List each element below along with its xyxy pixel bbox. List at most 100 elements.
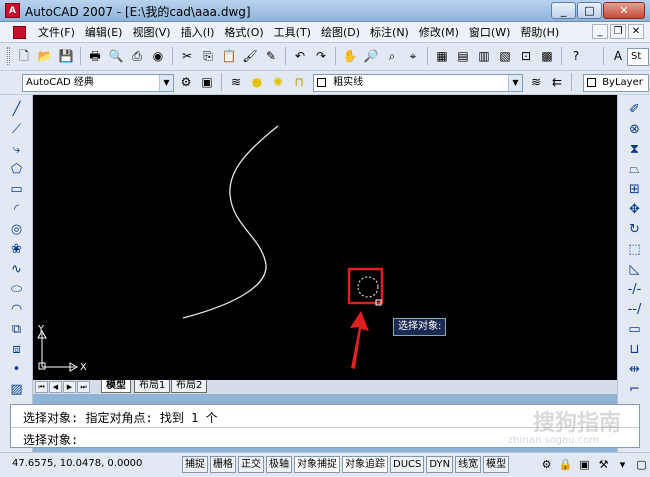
lineweight-toggle[interactable]: 线宽 [455, 456, 482, 473]
polar-toggle[interactable]: 极轴 [266, 456, 292, 473]
copy-icon[interactable]: ⊗ [618, 119, 650, 139]
line-icon[interactable]: ╱ [0, 99, 33, 119]
status-menu-chevron-icon[interactable]: ▾ [614, 456, 631, 473]
redo-icon[interactable]: ↷ [311, 46, 331, 66]
zoom-window-icon[interactable]: ⌕ [382, 46, 402, 66]
mirror-icon[interactable]: ⧗ [618, 139, 650, 159]
next-tab-icon[interactable]: ▶ [63, 381, 76, 393]
ducs-toggle[interactable]: DUCS [390, 456, 425, 473]
extend-icon[interactable]: --/ [618, 299, 650, 319]
help-icon[interactable]: ? [566, 46, 586, 66]
3d-dwf-icon[interactable]: ◉ [148, 46, 168, 66]
print-preview-icon[interactable]: 🔍 [106, 46, 126, 66]
polygon-icon[interactable]: ⬠ [0, 159, 33, 179]
zoom-previous-icon[interactable]: ⌖ [403, 46, 423, 66]
tab-layout2[interactable]: 布局2 [171, 380, 208, 393]
hatch-icon[interactable]: ▨ [0, 379, 33, 399]
menu-tools[interactable]: 工具(T) [269, 25, 316, 40]
dyn-toggle[interactable]: DYN [426, 456, 454, 473]
prev-tab-icon[interactable]: ◀ [49, 381, 62, 393]
ortho-toggle[interactable]: 正交 [238, 456, 264, 473]
menu-modify[interactable]: 修改(M) [414, 25, 464, 40]
open-file-icon[interactable]: 📂 [35, 46, 55, 66]
tray-settings-icon[interactable]: ⚒ [595, 456, 612, 473]
workspace-select[interactable]: AutoCAD 经典 ▼ [22, 74, 174, 92]
menu-edit[interactable]: 编辑(E) [80, 25, 128, 40]
maximize-button[interactable]: □ [577, 2, 602, 19]
selected-circle[interactable] [357, 276, 379, 298]
block-editor-icon[interactable]: ✎ [261, 46, 281, 66]
erase-icon[interactable]: ✐ [618, 99, 650, 119]
layer-previous-icon[interactable]: ⇇ [547, 72, 567, 92]
cut-icon[interactable]: ✂ [177, 46, 197, 66]
tool-palettes-icon[interactable]: ▥ [474, 46, 494, 66]
clean-screen-icon[interactable]: ▢ [633, 456, 650, 473]
doc-close-button[interactable]: ✕ [628, 24, 644, 39]
make-block-icon[interactable]: ⧈ [0, 339, 33, 359]
tab-model[interactable]: 模型 [101, 380, 131, 393]
arc-icon[interactable]: ◜ [0, 199, 33, 219]
make-object-layer-current-icon[interactable]: ≋ [526, 72, 546, 92]
join-icon[interactable]: ⊔ [618, 339, 650, 359]
drawing-canvas[interactable]: Y X [33, 95, 617, 380]
stretch-icon[interactable]: ◺ [618, 259, 650, 279]
ellipse-arc-icon[interactable]: ◠ [0, 299, 33, 319]
workspace-save-icon[interactable]: ▣ [197, 72, 217, 92]
layer-manager-icon[interactable]: ≋ [226, 72, 246, 92]
communication-center-icon[interactable]: ⚙ [538, 456, 555, 473]
publish-icon[interactable]: ⎙ [127, 46, 147, 66]
command-prompt[interactable]: 选择对象: [23, 431, 78, 448]
menu-format[interactable]: 格式(O) [219, 25, 268, 40]
ellipse-icon[interactable]: ⬭ [0, 279, 33, 299]
paste-icon[interactable]: 📋 [219, 46, 239, 66]
grid-toggle[interactable]: 栅格 [210, 456, 236, 473]
model-toggle[interactable]: 模型 [483, 456, 510, 473]
menu-view[interactable]: 视图(V) [127, 25, 175, 40]
spline-curve[interactable] [182, 125, 279, 319]
undo-icon[interactable]: ↶ [290, 46, 310, 66]
rectangle-icon[interactable]: ▭ [0, 179, 33, 199]
menu-draw[interactable]: 绘图(D) [316, 25, 365, 40]
print-icon[interactable]: 🖶 [85, 46, 105, 66]
fillet-icon[interactable]: ⌐ [618, 379, 650, 399]
text-style-combo[interactable]: St [627, 48, 649, 66]
insert-block-icon[interactable]: ⧉ [0, 319, 33, 339]
revision-cloud-icon[interactable]: ❀ [0, 239, 33, 259]
lock-toolbar-icon[interactable]: 🔒 [557, 456, 574, 473]
pan-icon[interactable]: ✋ [340, 46, 360, 66]
markup-icon[interactable]: ⊡ [516, 46, 536, 66]
command-window[interactable]: 选择对象: 指定对角点: 找到 1 个 选择对象: 搜狗指南 zhinan.so… [10, 404, 640, 448]
properties-icon[interactable]: ▦ [432, 46, 452, 66]
coordinate-readout[interactable]: 47.6575, 10.0478, 0.0000 [12, 458, 142, 469]
match-properties-icon[interactable]: 🖌 [240, 46, 260, 66]
save-icon[interactable]: 💾 [56, 46, 76, 66]
first-tab-icon[interactable]: ⏮ [35, 381, 48, 393]
tab-layout1[interactable]: 布局1 [134, 380, 171, 393]
spline-icon[interactable]: ∿ [0, 259, 33, 279]
layer-lock-icon[interactable]: ⊓ [289, 72, 309, 92]
workspace-settings-icon[interactable]: ⚙ [176, 72, 196, 92]
chamfer-icon[interactable]: ⇹ [618, 359, 650, 379]
zoom-realtime-icon[interactable]: 🔎 [361, 46, 381, 66]
minimize-button[interactable]: _ [551, 2, 576, 19]
last-tab-icon[interactable]: ⏭ [77, 381, 90, 393]
menu-dimension[interactable]: 标注(N) [365, 25, 414, 40]
circle-icon[interactable]: ◎ [0, 219, 33, 239]
close-button[interactable]: ✕ [603, 2, 645, 19]
snap-toggle[interactable]: 捕捉 [182, 456, 208, 473]
polyline-icon[interactable]: ⤷ [0, 139, 33, 159]
construction-line-icon[interactable]: ⟋ [0, 119, 33, 139]
rotate-icon[interactable]: ↻ [618, 219, 650, 239]
layer-on-bulb-icon[interactable]: ● [247, 72, 267, 92]
document-icon[interactable] [13, 26, 26, 39]
layer-freeze-sun-icon[interactable]: ✺ [268, 72, 288, 92]
menu-file[interactable]: 文件(F) [33, 25, 80, 40]
scale-icon[interactable]: ⬚ [618, 239, 650, 259]
copy-clip-icon[interactable]: ⎘ [198, 46, 218, 66]
calculator-icon[interactable]: ▩ [537, 46, 557, 66]
toolbar-grip[interactable] [7, 47, 10, 65]
layer-select[interactable]: 粗实线 ▼ [313, 74, 523, 92]
color-select[interactable]: ByLayer [583, 74, 649, 92]
move-icon[interactable]: ✥ [618, 199, 650, 219]
menu-help[interactable]: 帮助(H) [515, 25, 564, 40]
